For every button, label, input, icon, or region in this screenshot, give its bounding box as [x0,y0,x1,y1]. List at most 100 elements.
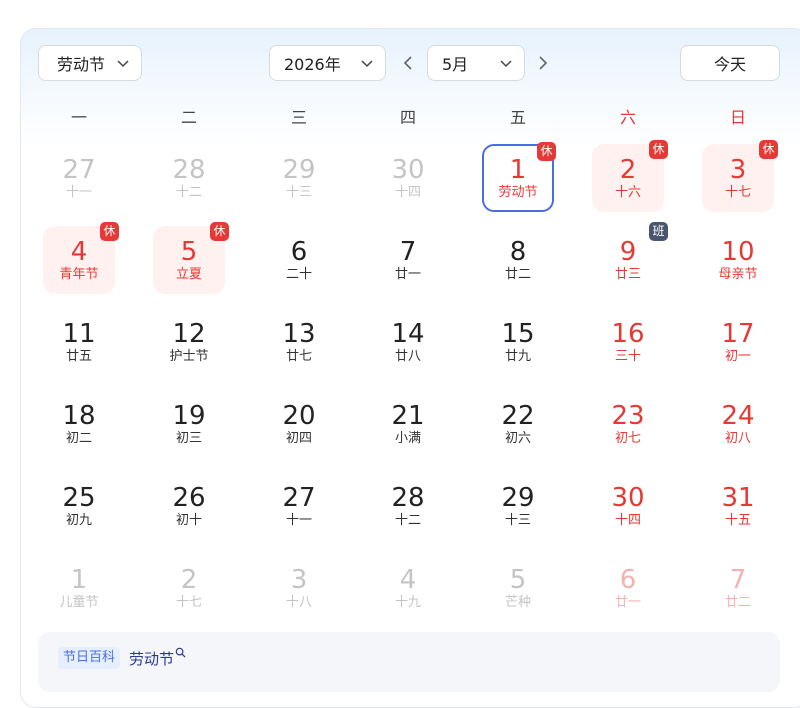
weekday-label: 日 [729,108,746,127]
day-cell[interactable]: 6 二十 [263,226,335,294]
day-cell[interactable]: 2 十七 [153,554,225,622]
day-number: 30 [391,155,425,185]
day-cell[interactable]: 10 母亲节 [702,226,774,294]
day-cell[interactable]: 1 劳动节休 [482,142,556,212]
today-button[interactable]: 今天 [680,45,780,81]
month-select-value: 5月 [442,55,469,74]
day-cell[interactable]: 4 十九 [372,554,444,622]
day-number: 28 [391,483,425,513]
day-cell[interactable]: 8 廿二 [482,226,554,294]
day-number: 29 [501,483,535,513]
day-cell[interactable]: 3 十八 [263,554,335,622]
search-icon [175,647,186,658]
day-cell[interactable]: 3 十七 休 [702,140,778,212]
chevron-down-icon [117,60,129,68]
day-number: 13 [282,319,316,349]
day-number: 26 [172,483,206,513]
day-number: 24 [721,401,755,431]
holiday-wiki-link[interactable]: 劳动节 [129,647,186,670]
day-number: 9 [619,237,637,267]
weekday-label: 三 [290,108,307,127]
lunar-or-festival-label: 立夏 [175,267,202,282]
workday-badge: 班 [649,222,668,241]
day-cell[interactable]: 7 廿一 [372,226,444,294]
day-cell[interactable]: 30 十四 [372,144,444,212]
day-number: 2 [619,155,637,185]
day-cell[interactable]: 15 廿九 [482,308,554,376]
day-number: 25 [62,483,96,513]
lunar-or-festival-label: 十四 [394,185,421,200]
holiday-select-value: 劳动节 [57,55,106,74]
day-cell[interactable]: 25 初九 [43,472,115,540]
chevron-down-icon [500,60,512,68]
day-cell[interactable]: 2 十六 休 [592,140,668,212]
day-number: 15 [501,319,535,349]
lunar-or-festival-label: 十八 [285,595,312,610]
lunar-or-festival-label: 廿一 [394,267,421,282]
day-cell[interactable]: 5 芒种 [482,554,554,622]
day-number: 4 [399,565,417,595]
day-cell[interactable]: 21 小满 [372,390,444,458]
day-cell[interactable]: 11 廿五 [43,308,115,376]
day-cell[interactable]: 7 廿二 [702,554,774,622]
day-number: 5 [509,565,527,595]
day-number: 31 [721,483,755,513]
day-cell[interactable]: 29 十三 [482,472,554,540]
lunar-or-festival-label: 廿二 [504,267,531,282]
day-number: 10 [721,237,755,267]
weekday-label: 二 [180,108,197,127]
day-cell[interactable]: 1 儿童节 [43,554,115,622]
holiday-select[interactable]: 劳动节 [38,45,142,81]
rest-badge: 休 [100,222,119,241]
day-cell[interactable]: 27 十一 [263,472,335,540]
day-cell[interactable]: 5 立夏 休 [153,222,229,294]
next-month-arrow-icon[interactable] [533,53,553,73]
day-cell[interactable]: 31 十五 [702,472,774,540]
year-select[interactable]: 2026年 [269,45,386,81]
lunar-or-festival-label: 芒种 [504,595,531,610]
year-select-value: 2026年 [284,55,341,74]
day-cell[interactable]: 6 廿一 [592,554,664,622]
day-number: 6 [290,237,308,267]
day-cell[interactable]: 30 十四 [592,472,664,540]
lunar-or-festival-label: 廿七 [285,349,312,364]
day-cell[interactable]: 4 青年节 休 [43,222,119,294]
lunar-or-festival-label: 二十 [285,267,312,282]
day-cell[interactable]: 14 廿八 [372,308,444,376]
day-cell[interactable]: 12 护士节 [153,308,225,376]
day-number: 14 [391,319,425,349]
day-cell[interactable]: 16 三十 [592,308,664,376]
day-number: 4 [70,237,88,267]
lunar-or-festival-label: 劳动节 [498,185,538,200]
weekday-label: 四 [399,108,416,127]
day-cell[interactable]: 22 初六 [482,390,554,458]
day-cell[interactable]: 28 十二 [372,472,444,540]
lunar-or-festival-label: 廿五 [65,349,92,364]
day-cell[interactable]: 13 廿七 [263,308,335,376]
wiki-tag: 节日百科 [58,647,121,669]
prev-month-arrow-icon[interactable] [398,53,418,73]
day-cell[interactable]: 27 十一 [43,144,115,212]
day-cell[interactable]: 28 十二 [153,144,225,212]
lunar-or-festival-label: 廿二 [724,595,751,610]
day-cell[interactable]: 18 初二 [43,390,115,458]
lunar-or-festival-label: 三十 [614,349,641,364]
day-cell[interactable]: 29 十三 [263,144,335,212]
lunar-or-festival-label: 青年节 [59,267,99,282]
day-cell[interactable]: 17 初一 [702,308,774,376]
day-cell[interactable]: 19 初三 [153,390,225,458]
day-cell[interactable]: 26 初十 [153,472,225,540]
day-number: 5 [180,237,198,267]
day-cell[interactable]: 9 廿三 班 [592,222,668,294]
day-cell[interactable]: 20 初四 [263,390,335,458]
lunar-or-festival-label: 十四 [614,513,641,528]
day-number: 23 [611,401,645,431]
day-number: 2 [180,565,198,595]
month-select[interactable]: 5月 [427,45,525,81]
holiday-wiki-bar: 节日百科 劳动节 [38,632,780,692]
day-cell[interactable]: 23 初七 [592,390,664,458]
day-cell[interactable]: 24 初八 [702,390,774,458]
lunar-or-festival-label: 初八 [724,431,751,446]
day-number: 27 [282,483,316,513]
lunar-or-festival-label: 十三 [285,185,312,200]
